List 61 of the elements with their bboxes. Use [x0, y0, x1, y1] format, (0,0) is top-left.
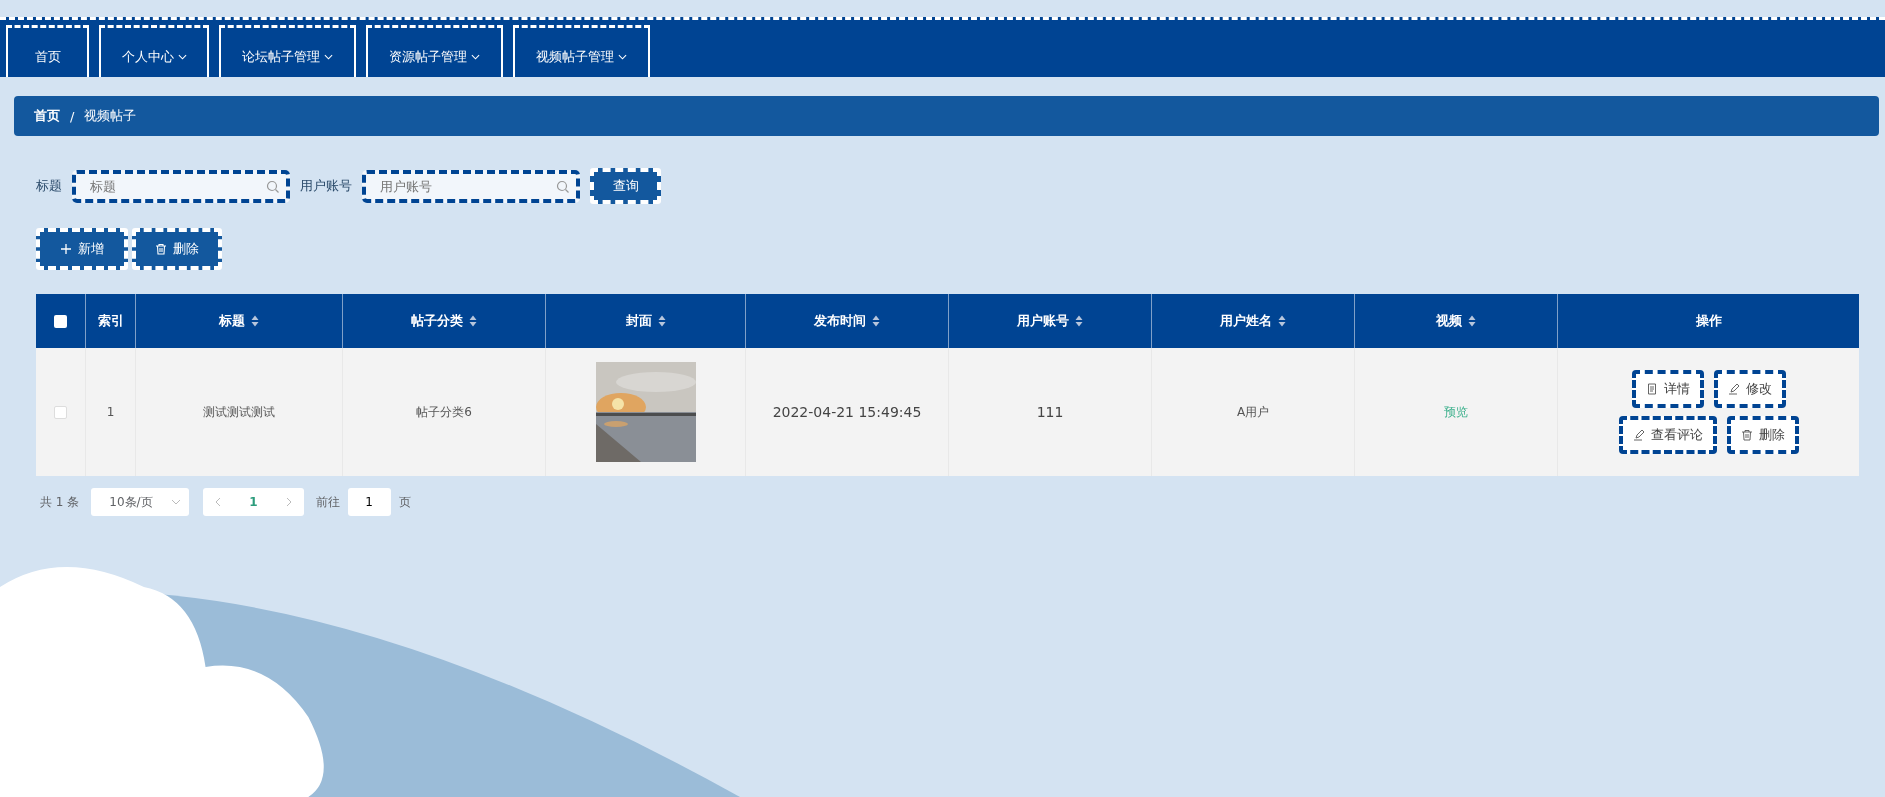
- total-count: 共 1 条: [40, 493, 80, 511]
- field-label: 标题: [36, 177, 62, 195]
- column-header: 发布时间: [814, 312, 866, 330]
- page-suffix: 页: [398, 493, 411, 511]
- column-header: 视频: [1436, 312, 1462, 330]
- trash-icon: [155, 243, 167, 255]
- column-header: 标题: [219, 312, 245, 330]
- search-field[interactable]: 标题: [72, 169, 290, 203]
- sort-icon[interactable]: [657, 315, 666, 327]
- table-cell: 1: [106, 405, 115, 419]
- action-button[interactable]: 删除: [1726, 416, 1799, 454]
- sort-icon[interactable]: [872, 315, 880, 327]
- sort-icon[interactable]: [251, 315, 259, 327]
- select-all-checkbox[interactable]: [54, 314, 67, 328]
- table-cell: 2022-04-21 15:49:45: [772, 404, 922, 420]
- row-checkbox[interactable]: [54, 405, 67, 419]
- table-cell: 帖子分类6: [416, 403, 472, 421]
- nav-tab[interactable]: 资源帖子管理: [366, 25, 503, 77]
- table-cell: 测试测试测试: [203, 403, 275, 421]
- sort-icon[interactable]: [469, 315, 477, 327]
- search-icon: [266, 179, 280, 194]
- chevron-down-icon: [171, 499, 182, 505]
- page-input[interactable]: 1: [347, 488, 391, 516]
- nav-tab[interactable]: 论坛帖子管理: [219, 25, 356, 77]
- nav-tab[interactable]: 个人中心: [99, 25, 209, 77]
- table-cell: A用户: [1236, 403, 1270, 421]
- action-button[interactable]: 修改: [1713, 370, 1786, 408]
- column-header: 索引: [97, 312, 124, 330]
- pen-icon: [1632, 429, 1645, 441]
- chevron-down-icon: [177, 53, 187, 60]
- breadcrumb-item: 视频帖子: [84, 107, 137, 125]
- action-button[interactable]: 详情: [1631, 370, 1704, 408]
- breadcrumb-item[interactable]: 首页: [34, 107, 60, 125]
- search-icon: [556, 179, 570, 194]
- document-icon: [1645, 383, 1658, 395]
- sort-icon[interactable]: [1278, 315, 1286, 327]
- nav-tab[interactable]: 视频帖子管理: [513, 25, 650, 77]
- plus-icon: [60, 243, 72, 255]
- toolbar-button[interactable]: 删除: [132, 228, 222, 270]
- breadcrumb-item: /: [70, 108, 75, 124]
- toolbar-button[interactable]: 新增: [36, 228, 128, 270]
- action-button[interactable]: 查看评论: [1618, 416, 1717, 454]
- column-header: 用户姓名: [1220, 312, 1272, 330]
- table-cell: 111: [1036, 404, 1064, 420]
- trash-icon: [1740, 429, 1753, 441]
- column-header: 封面: [625, 312, 652, 330]
- nav-tab[interactable]: 首页: [6, 25, 89, 77]
- page-size-select[interactable]: 10条/页: [91, 488, 190, 516]
- sort-icon[interactable]: [1468, 315, 1476, 327]
- search-button[interactable]: 查询: [590, 168, 661, 204]
- chevron-down-icon: [471, 53, 480, 60]
- chevron-down-icon: [618, 53, 627, 60]
- column-header: 用户账号: [1017, 312, 1069, 330]
- field-label: 用户账号: [300, 177, 352, 195]
- search-field[interactable]: 用户账号: [362, 169, 580, 203]
- chevron-down-icon: [324, 53, 333, 60]
- column-header: 操作: [1695, 312, 1722, 330]
- sort-icon[interactable]: [1075, 315, 1083, 327]
- pen-icon: [1727, 383, 1740, 395]
- column-header: 帖子分类: [411, 312, 463, 330]
- goto-label: 前往: [315, 493, 340, 511]
